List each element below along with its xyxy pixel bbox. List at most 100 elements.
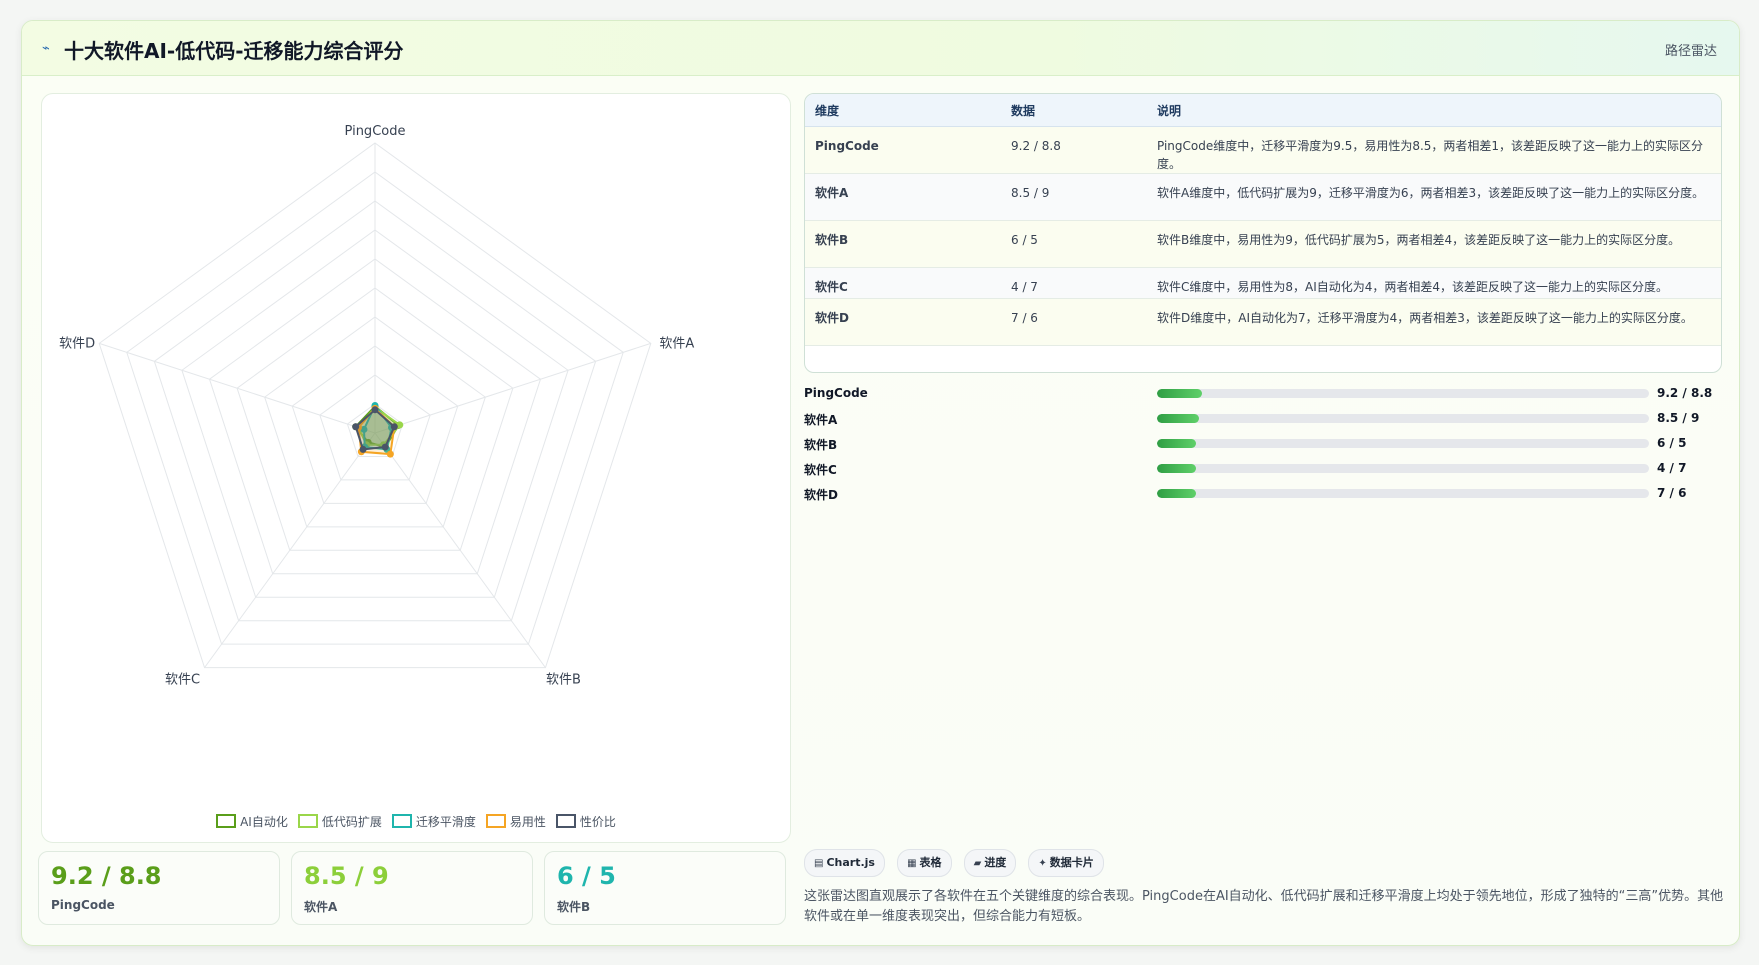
progress-row: 软件C 4 / 7 xyxy=(804,458,1720,483)
col-header-description: 说明 xyxy=(1147,94,1721,127)
stat-card: 9.2 / 8.8 PingCode xyxy=(38,851,280,925)
progress-value: 6 / 5 xyxy=(1657,436,1687,450)
stat-card: 6 / 5 软件B xyxy=(544,851,786,925)
table-row: PingCode 9.2 / 8.8 PingCode维度中，迁移平滑度为9.5… xyxy=(805,126,1721,174)
chart-legend: AI自动化 低代码扩展 迁移平滑度 易用性 性价比 xyxy=(42,813,790,830)
stat-value: 8.5 / 9 xyxy=(304,862,389,890)
chip-label: 数据卡片 xyxy=(1049,856,1094,869)
table-header-row: 维度 数据 说明 xyxy=(805,94,1721,127)
progress-fill xyxy=(1157,489,1197,498)
legend-label: AI自动化 xyxy=(240,815,288,829)
radar-data-point xyxy=(359,445,367,453)
chip-table[interactable]: ▦ 表格 xyxy=(897,849,952,877)
progress-value: 9.2 / 8.8 xyxy=(1657,386,1713,400)
progress-track xyxy=(1157,439,1649,448)
row-data: 8.5 / 9 xyxy=(1001,173,1147,221)
row-description: 软件C维度中，易用性为8，AI自动化为4，两者相差4，该差距反映了这一能力上的实… xyxy=(1147,267,1721,299)
col-header-dimension: 维度 xyxy=(805,94,1001,127)
radar-axis-label: 软件C xyxy=(165,673,200,688)
page-title: 十大软件AI-低代码-迁移能力综合评分 xyxy=(64,39,404,63)
row-description: PingCode维度中，迁移平滑度为9.5，易用性为8.5，两者相差1，该差距反… xyxy=(1147,126,1721,174)
radar-data-point xyxy=(381,443,389,451)
progress-value: 7 / 6 xyxy=(1657,486,1687,500)
tag-chips: ▤ Chart.js ▦ 表格 ▰ 进度 ✦ 数据卡片 xyxy=(804,849,1111,877)
legend-label: 迁移平滑度 xyxy=(415,815,476,829)
progress-label: 软件D xyxy=(804,488,838,502)
row-description: 软件A维度中，低代码扩展为9，迁移平滑度为6，两者相差3，该差距反映了这一能力上… xyxy=(1147,173,1721,221)
progress-row: PingCode 9.2 / 8.8 xyxy=(804,383,1720,408)
legend-label: 性价比 xyxy=(579,815,616,829)
progress-fill xyxy=(1157,439,1197,448)
legend-item[interactable]: 易用性 xyxy=(485,813,546,830)
table-row: 软件B 6 / 5 软件B维度中，易用性为9，低代码扩展为5，两者相差4，该差距… xyxy=(805,220,1721,268)
legend-label: 低代码扩展 xyxy=(321,815,382,829)
chip-label: 表格 xyxy=(919,856,942,869)
row-name: PingCode xyxy=(805,126,1001,174)
progress-label: 软件A xyxy=(804,413,838,427)
stat-name: PingCode xyxy=(51,898,115,912)
progress-value: 8.5 / 9 xyxy=(1657,411,1700,425)
progress-track xyxy=(1157,389,1649,398)
radar-axis-line xyxy=(99,342,376,434)
row-name: 软件A xyxy=(805,173,1001,221)
stat-card: 8.5 / 9 软件A xyxy=(291,851,533,925)
stat-name: 软件B xyxy=(557,900,591,914)
stat-value: 9.2 / 8.8 xyxy=(51,862,162,890)
row-description: 软件D维度中，AI自动化为7，迁移平滑度为4，两者相差3，该差距反映了这一能力上… xyxy=(1147,298,1721,346)
chip-chartjs[interactable]: ▤ Chart.js xyxy=(804,849,885,877)
header-tag[interactable]: 路径雷达 xyxy=(1665,40,1717,59)
progress-value: 4 / 7 xyxy=(1657,461,1687,475)
progress-fill xyxy=(1157,389,1203,398)
legend-item[interactable]: 迁移平滑度 xyxy=(391,813,476,830)
legend-swatch xyxy=(555,814,576,828)
legend-item[interactable]: 低代码扩展 xyxy=(297,813,382,830)
stat-value: 6 / 5 xyxy=(557,862,616,890)
table-row: 软件D 7 / 6 软件D维度中，AI自动化为7，迁移平滑度为4，两者相差3，该… xyxy=(805,298,1721,346)
progress-track xyxy=(1157,464,1649,473)
col-header-data: 数据 xyxy=(1001,94,1147,127)
row-name: 软件B xyxy=(805,220,1001,268)
progress-track xyxy=(1157,489,1649,498)
progress-list: PingCode 9.2 / 8.8 软件A 8.5 / 9 软件B 6 / 5… xyxy=(804,383,1720,508)
radar-axis-line xyxy=(374,342,651,434)
radar-chart-panel: PingCode 软件A 软件B 软件C 软件D AI自动化 低代码扩展 迁移平滑度 易用性 性… xyxy=(41,93,791,843)
progress-label: 软件B xyxy=(804,438,838,452)
legend-swatch xyxy=(297,814,318,828)
chip-label: 进度 xyxy=(984,856,1007,869)
legend-label: 易用性 xyxy=(509,815,546,829)
radar-axis-label: 软件D xyxy=(59,336,95,351)
radar-axis-label: 软件A xyxy=(659,336,694,351)
progress-row: 软件B 6 / 5 xyxy=(804,433,1720,458)
table-row: 软件C 4 / 7 软件C维度中，易用性为8，AI自动化为4，两者相差4，该差距… xyxy=(805,267,1721,299)
progress-label: PingCode xyxy=(804,386,868,400)
legend-swatch xyxy=(391,814,412,828)
progress-fill xyxy=(1157,464,1197,473)
legend-item[interactable]: AI自动化 xyxy=(216,813,288,830)
chip-label: Chart.js xyxy=(826,856,875,869)
row-data: 6 / 5 xyxy=(1001,220,1147,268)
row-data: 9.2 / 8.8 xyxy=(1001,126,1147,174)
progress-icon: ▰ xyxy=(973,858,982,869)
radar-chart: PingCode 软件A 软件B 软件C 软件D xyxy=(59,124,694,688)
progress-row: 软件A 8.5 / 9 xyxy=(804,408,1720,433)
chip-data-cards[interactable]: ✦ 数据卡片 xyxy=(1028,849,1104,877)
card-header: ⌁ 十大软件AI-低代码-迁移能力综合评分 路径雷达 xyxy=(22,21,1739,76)
radar-data-point xyxy=(352,423,360,431)
legend-swatch xyxy=(216,814,237,828)
radar-data-point xyxy=(371,406,379,414)
progress-track xyxy=(1157,414,1649,423)
legend-swatch xyxy=(485,814,506,828)
radar-data-point xyxy=(390,423,398,431)
table-row: 软件A 8.5 / 9 软件A维度中，低代码扩展为9，迁移平滑度为6，两者相差3… xyxy=(805,173,1721,221)
row-name: 软件C xyxy=(805,267,1001,299)
stat-name: 软件A xyxy=(304,900,338,914)
progress-fill xyxy=(1157,414,1199,423)
sparkle-icon: ✦ xyxy=(1038,858,1047,869)
trend-icon: ⌁ xyxy=(42,41,50,56)
radar-data-point xyxy=(386,450,394,458)
legend-item[interactable]: 性价比 xyxy=(555,813,616,830)
chip-progress[interactable]: ▰ 进度 xyxy=(963,849,1017,877)
chart-icon: ▤ xyxy=(814,858,824,869)
row-data: 7 / 6 xyxy=(1001,298,1147,346)
data-table: 维度 数据 说明 PingCode 9.2 / 8.8 PingCode维度中，… xyxy=(804,93,1722,373)
